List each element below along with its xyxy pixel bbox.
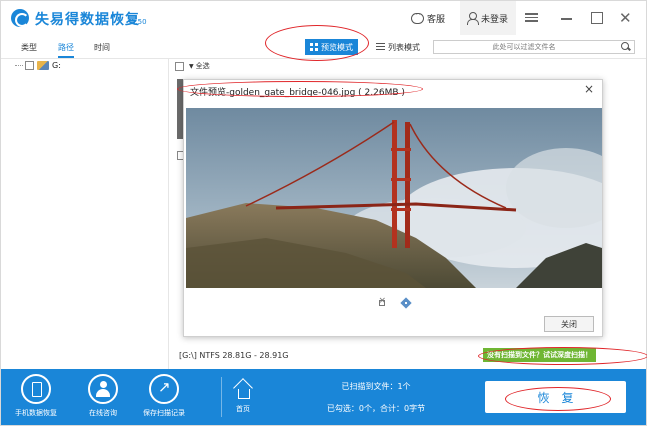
select-all[interactable]: ▼ 全选 (175, 61, 210, 71)
tree-node-checkbox[interactable] (25, 61, 34, 70)
save-scan-record-button[interactable]: 保存扫描记录 (143, 374, 185, 418)
select-all-checkbox[interactable] (175, 61, 184, 71)
tab-path[interactable]: 路径 (58, 42, 74, 58)
fit-screen-icon[interactable] (377, 296, 387, 308)
selected-summary: 已勾选：0个，合计：0字节 (326, 404, 426, 413)
phone-recovery-button[interactable]: 手机数据恢复 (15, 374, 57, 418)
annotation-dialog-title (177, 81, 423, 97)
dialog-close-button[interactable]: 关闭 (544, 316, 594, 332)
preview-image (186, 108, 602, 288)
login-button[interactable]: 未登录 (460, 1, 516, 35)
consult-icon (88, 374, 118, 404)
list-mode-button[interactable]: 列表模式 (371, 39, 425, 55)
save-scan-record-label: 保存扫描记录 (143, 409, 185, 417)
online-consult-button[interactable]: 在线咨询 (88, 374, 118, 418)
app-window: 失易得数据恢复 6.50 客服 未登录 ✕ 类型 路径 时间 预览模式 列表模式 (0, 0, 647, 426)
bottom-divider (221, 377, 222, 417)
phone-recovery-label: 手机数据恢复 (15, 409, 57, 417)
preview-tools (184, 296, 604, 309)
minimize-icon[interactable] (560, 11, 574, 25)
filter-box (433, 40, 635, 54)
annotation-deep-scan (478, 347, 647, 365)
select-all-label: 全选 (195, 62, 210, 70)
drive-icon (37, 61, 49, 70)
home-label: 首页 (236, 405, 250, 413)
search-icon[interactable] (621, 42, 630, 51)
menu-icon[interactable] (525, 11, 539, 25)
directory-tree: G: (1, 59, 169, 369)
partition-status: [G:\] NTFS 28.81G - 28.91G (179, 351, 289, 360)
app-version: 6.50 (131, 18, 147, 26)
tree-node-root[interactable]: G: (15, 61, 61, 70)
phone-icon (21, 374, 51, 404)
move-icon[interactable] (401, 298, 412, 309)
list-icon (376, 43, 385, 51)
annotation-preview-mode (265, 25, 369, 61)
app-logo-icon (11, 9, 29, 27)
dialog-close-icon[interactable]: × (584, 82, 594, 96)
list-mode-label: 列表模式 (388, 42, 420, 52)
user-icon (466, 12, 479, 25)
customer-service-label: 客服 (427, 14, 446, 25)
login-label: 未登录 (481, 14, 509, 25)
home-icon (233, 380, 253, 400)
chat-icon (411, 10, 424, 24)
tab-type[interactable]: 类型 (21, 42, 37, 53)
save-icon (149, 374, 179, 404)
close-icon[interactable]: ✕ (619, 11, 633, 26)
home-button[interactable]: 首页 (233, 374, 253, 414)
customer-service-button[interactable]: 客服 (411, 1, 459, 35)
maximize-icon[interactable] (590, 11, 604, 25)
app-title: 失易得数据恢复 (35, 12, 140, 28)
arrow-down-icon[interactable]: ▼ (189, 63, 194, 70)
tab-time[interactable]: 时间 (94, 42, 110, 53)
preview-dialog: 文件预览-golden_gate_bridge-046.jpg ( 2.26MB… (183, 79, 603, 337)
tree-node-label: G: (52, 61, 61, 70)
online-consult-label: 在线咨询 (89, 409, 117, 417)
tree-connector (15, 65, 23, 66)
filter-input[interactable] (434, 43, 614, 51)
annotation-recover (505, 387, 611, 411)
scanned-count: 已扫描到文件：1个 (341, 382, 411, 391)
